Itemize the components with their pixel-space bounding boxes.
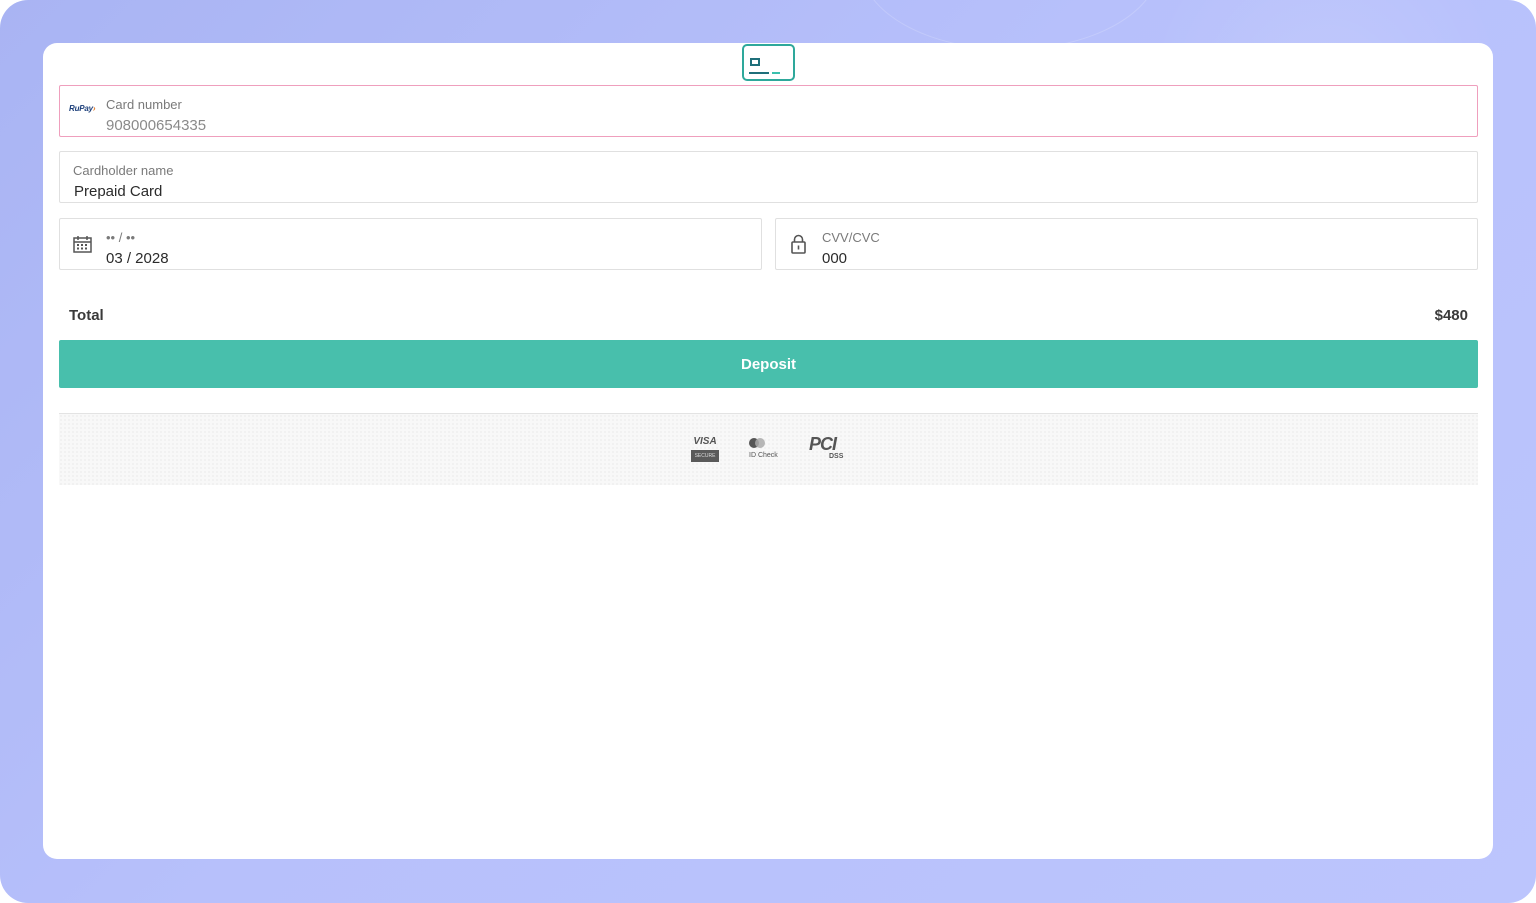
lock-icon — [791, 234, 806, 259]
id-check-label: ID Check — [749, 452, 778, 459]
mastercard-id-check-badge: ID Check — [749, 438, 785, 464]
cvv-input[interactable]: 000 — [822, 250, 847, 267]
visa-logo-text: VISA — [693, 436, 717, 447]
expiry-input[interactable]: 03 / 2028 — [106, 250, 169, 267]
card-number-input[interactable]: 908000654335 — [106, 117, 206, 134]
visa-secure-text: SECURE — [691, 450, 719, 462]
pci-logo-text: PCI — [809, 434, 837, 454]
expiry-label: •• / •• — [106, 230, 136, 245]
cvv-label: CVV/CVC — [822, 230, 880, 245]
cardholder-name-label: Cardholder name — [73, 163, 174, 178]
rupay-logo-icon: RuPay› — [69, 104, 96, 113]
card-number-field[interactable]: RuPay› Card number 908000654335 — [59, 85, 1478, 137]
visa-secure-badge: VISA SECURE — [691, 436, 719, 464]
total-row: Total $480 — [69, 307, 1468, 327]
mastercard-icon — [749, 438, 785, 448]
total-label: Total — [69, 307, 104, 324]
dss-logo-text: DSS — [829, 453, 844, 460]
expiry-field[interactable]: •• / •• 03 / 2028 — [59, 218, 762, 270]
payment-panel: RuPay› Card number 908000654335 Cardhold… — [43, 43, 1493, 859]
security-badges: VISA SECURE ID Check PCI DSS — [59, 413, 1478, 485]
cardholder-name-input[interactable]: Prepaid Card — [74, 183, 162, 200]
calendar-icon — [73, 236, 92, 258]
cvv-field[interactable]: CVV/CVC 000 — [775, 218, 1478, 270]
cardholder-name-field[interactable]: Cardholder name Prepaid Card — [59, 151, 1478, 203]
card-icon — [742, 44, 795, 81]
card-number-label: Card number — [106, 97, 182, 112]
deposit-button[interactable]: Deposit — [59, 340, 1478, 388]
app-background: RuPay› Card number 908000654335 Cardhold… — [0, 0, 1536, 903]
pci-dss-badge: PCI DSS — [809, 434, 849, 466]
total-amount: $480 — [1434, 307, 1468, 324]
